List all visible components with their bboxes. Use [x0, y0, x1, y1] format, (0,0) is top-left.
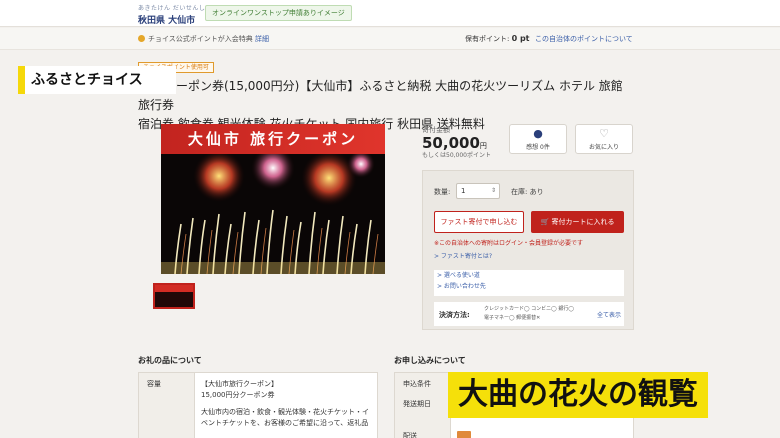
quantity-value: 1 — [461, 187, 466, 195]
item-details-table: 容量 【大仙市旅行クーポン】 15,000円分クーポン券 大仙市内の宿泊・飲食・… — [138, 372, 378, 438]
region-ruby: あきたけん だいせんし — [138, 5, 206, 12]
region-logo[interactable]: あきたけん だいせんし 秋田県 大仙市 — [138, 3, 205, 26]
online-one-stop-badge[interactable]: オンラインワンストップ申請ありイメージ — [205, 5, 352, 21]
title-line-1: ーポン券(15,000円分)【大仙市】ふるさと納税 大曲の花火ツーリズム ホテル… — [138, 79, 623, 112]
points-label: 保有ポイント: — [465, 35, 510, 43]
quantity-label: 数量: — [434, 188, 451, 196]
item-details-heading: お礼の品について — [138, 356, 202, 365]
review-button[interactable]: ● 感想 0件 — [509, 124, 567, 154]
add-to-cart-label: 寄付カートに入れる — [551, 218, 615, 226]
product-image[interactable]: 大仙市 旅行クーポン — [161, 124, 385, 274]
chevron-updown-icon: ⇕ — [490, 187, 496, 194]
delivery-badge — [457, 431, 471, 438]
chat-bubble-icon: ● — [533, 127, 543, 140]
login-warning: ※この自治体への寄附はログイン・会員登録が必要です — [434, 240, 584, 247]
delivery-label: 配送 — [403, 432, 417, 438]
stock-status: 在庫: あり — [511, 188, 544, 196]
application-heading: お申し込みについて — [394, 356, 466, 365]
capacity-label: 容量 — [139, 373, 195, 438]
payment-show-all-link[interactable]: 全て表示 — [597, 310, 621, 319]
heart-icon: ♡ — [599, 127, 609, 140]
program-label: ふるさとチョイス — [18, 66, 176, 94]
notice-text: チョイス公式ポイントが入会特典 — [148, 35, 256, 43]
favorite-label: お気に入り — [588, 144, 619, 151]
contact-link[interactable]: > お問い合わせ先 — [434, 281, 624, 292]
favorite-button[interactable]: ♡ お気に入り — [575, 124, 633, 154]
review-label: 感想 0件 — [526, 144, 550, 151]
point-notice: チョイス公式ポイントが入会特典 詳細 — [138, 34, 269, 44]
alt-points-price: もしくは50,000ポイント — [422, 152, 491, 159]
add-to-cart-button[interactable]: 🛒 寄付カートに入れる — [531, 211, 624, 233]
site-header: あきたけん だいせんし 秋田県 大仙市 オンラインワンストップ申請ありイメージ — [0, 0, 780, 27]
shipping-date-label: 発送期日 — [403, 400, 431, 408]
application-condition-label: 申込条件 — [403, 380, 431, 388]
fast-donate-info-link[interactable]: > ファスト寄付とは? — [434, 251, 492, 260]
usage-link[interactable]: > 選べる使い道 — [434, 270, 624, 281]
tv-caption: 大曲の花火の観覧 — [448, 372, 708, 418]
fireworks-illustration — [161, 154, 385, 274]
thumbnail-1[interactable] — [153, 283, 195, 309]
payment-label: 決済方法: — [439, 311, 470, 319]
thumbnail-banner — [155, 285, 193, 292]
purchase-panel: 数量: 1 ⇕ 在庫: あり ファスト寄付で申し込む 🛒 寄付カートに入れる ※… — [422, 170, 634, 330]
payment-list: クレジットカード◯ コンビニ◯ 銀行◯ 電子マネー◯ 郵便振替✕ — [484, 306, 574, 321]
fast-donate-button[interactable]: ファスト寄付で申し込む — [434, 211, 524, 233]
points-value: 0 pt — [511, 34, 530, 43]
coupon-banner: 大仙市 旅行クーポン — [161, 124, 385, 154]
sub-header: チョイス公式ポイントが入会特典 詳細 保有ポイント: 0 pt この自治体のポイ… — [0, 28, 780, 50]
info-links: > 選べる使い道 > お問い合わせ先 — [434, 270, 624, 296]
quantity-select[interactable]: 1 ⇕ — [456, 183, 500, 199]
capacity-value: 【大仙市旅行クーポン】 15,000円分クーポン券 大仙市内の宿泊・飲食・観光体… — [201, 380, 369, 427]
cart-icon: 🛒 — [540, 218, 550, 226]
notice-detail-link[interactable]: 詳細 — [255, 35, 269, 43]
held-points: 保有ポイント: 0 pt — [465, 34, 530, 44]
gov-points-link[interactable]: この自治体のポイントについて — [535, 34, 633, 44]
coin-icon — [138, 35, 145, 42]
payment-methods: 決済方法: クレジットカード◯ コンビニ◯ 銀行◯ 電子マネー◯ 郵便振替✕ 全… — [434, 302, 624, 326]
region-name: 秋田県 大仙市 — [138, 16, 196, 26]
